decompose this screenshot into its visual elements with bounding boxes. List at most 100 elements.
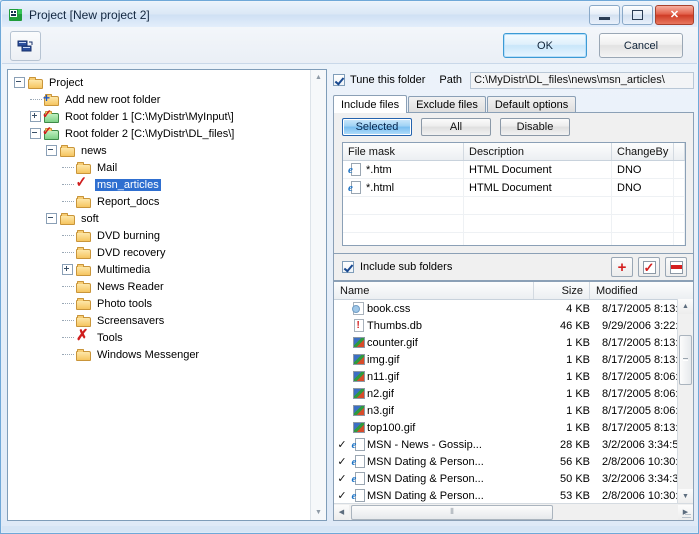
file-name: MSN Dating & Person...: [367, 472, 484, 485]
tree-toggle-minus[interactable]: [46, 213, 57, 224]
project-tree-panel[interactable]: Project + Add new root folder ✓ Root folder …: [7, 69, 327, 521]
column-header-spacer[interactable]: [674, 143, 685, 160]
file-row[interactable]: n2.gif1 KB8/17/2005 8:06:18 AM: [334, 385, 693, 402]
tree-node[interactable]: soft: [12, 210, 326, 227]
file-mask-row[interactable]: e *.htm HTML Document DNO: [343, 161, 685, 179]
tree-node[interactable]: ✓ msn_articles: [12, 175, 326, 193]
tree-connector: [62, 336, 74, 339]
project-tree[interactable]: Project + Add new root folder ✓ Root folder …: [8, 70, 326, 363]
column-header-description[interactable]: Description: [464, 143, 612, 160]
add-mask-button[interactable]: +: [611, 257, 633, 277]
tree-node[interactable]: + Add new root folder: [12, 91, 326, 108]
file-mask-rows[interactable]: e *.htm HTML Document DNO e *.html HTML Docume…: [343, 161, 685, 245]
file-scroll-thumb[interactable]: [679, 335, 692, 385]
tab-exclude-files[interactable]: Exclude files: [408, 96, 486, 113]
file-row[interactable]: counter.gif1 KB8/17/2005 8:13:11 AM: [334, 334, 693, 351]
resize-grip[interactable]: [680, 507, 692, 519]
warn-file-icon: !: [352, 318, 366, 333]
column-header-size[interactable]: Size: [534, 282, 590, 299]
file-mask-empty-row: [343, 215, 685, 233]
tree-node[interactable]: Report_docs: [12, 193, 326, 210]
tune-this-folder-checkbox[interactable]: [333, 74, 345, 86]
tree-scroll-up-arrow[interactable]: ▲: [311, 70, 326, 85]
file-size: 56 KB: [560, 455, 590, 468]
tree-toggle-minus[interactable]: [30, 128, 41, 139]
tree-node-label: Multimedia: [97, 263, 151, 276]
file-scroll-down-arrow[interactable]: ▼: [678, 489, 693, 504]
file-mask-grid[interactable]: File mask Description ChangeBy e *.htm HTM…: [342, 142, 686, 246]
file-row[interactable]: img.gif1 KB8/17/2005 8:13:01 AM: [334, 351, 693, 368]
file-row[interactable]: ✓ e MSN Dating & Person... 56 KB 2/8/2006 10…: [334, 453, 693, 470]
file-row[interactable]: n11.gif1 KB8/17/2005 8:06:18 AM: [334, 368, 693, 385]
file-list-vertical-scrollbar[interactable]: ▲ ▼: [677, 299, 693, 504]
tree-connector: [62, 302, 74, 305]
tree-node[interactable]: ✓ Root folder 1 [C:\MyDistr\MyInput\]: [12, 108, 326, 125]
column-header-name[interactable]: Name: [334, 282, 534, 299]
tree-node[interactable]: Photo tools: [12, 295, 326, 312]
file-row[interactable]: ✓ e MSN - News - Gossip... 28 KB 3/2/2006 3:…: [334, 436, 693, 453]
tree-node[interactable]: news: [12, 142, 326, 159]
column-header-file-mask[interactable]: File mask: [343, 143, 464, 160]
tree-node[interactable]: ✓ Root folder 2 [C:\MyDistr\DL_files\]: [12, 125, 326, 142]
mode-button-selected[interactable]: Selected: [342, 118, 412, 136]
tree-node[interactable]: Multimedia: [12, 261, 326, 278]
tab-default-options[interactable]: Default options: [486, 96, 577, 113]
project-windows-icon[interactable]: [10, 31, 41, 61]
tree-node[interactable]: News Reader: [12, 278, 326, 295]
mode-button-disable[interactable]: Disable: [500, 118, 570, 136]
file-mask-spacer: [674, 179, 685, 196]
file-mask-row[interactable]: e *.html HTML Document DNO: [343, 179, 685, 197]
file-row[interactable]: ✓ e MSN Dating & Person... 53 KB 2/8/2006 10…: [334, 487, 693, 503]
mode-button-all[interactable]: All: [421, 118, 491, 136]
tree-scroll-down-arrow[interactable]: ▼: [311, 505, 326, 520]
window-title: Project [New project 2]: [29, 7, 150, 22]
file-row[interactable]: n3.gif1 KB8/17/2005 8:06:18 AM: [334, 402, 693, 419]
tree-node[interactable]: Project: [12, 74, 326, 91]
file-row-checkmark[interactable]: ✓: [334, 489, 350, 502]
close-button[interactable]: ✕: [655, 5, 694, 25]
cancel-button[interactable]: Cancel: [599, 33, 683, 58]
file-row[interactable]: !Thumbs.db46 KB9/29/2006 3:22:31 AM: [334, 317, 693, 334]
column-header-modified[interactable]: Modified: [590, 282, 693, 299]
tree-node[interactable]: ✗ Tools: [12, 327, 326, 346]
file-hscroll-thumb[interactable]: ⦀: [351, 504, 553, 520]
tab-include-files[interactable]: Include files: [333, 95, 408, 113]
file-list-horizontal-scrollbar[interactable]: ◀ ⦀ ▶: [334, 503, 693, 520]
tree-node[interactable]: Mail: [12, 159, 326, 176]
file-row-checkmark[interactable]: ✓: [334, 455, 350, 468]
file-row-checkmark[interactable]: ✓: [334, 472, 350, 485]
tree-vertical-scrollbar[interactable]: ▲ ▼: [310, 70, 326, 520]
folder-add-icon: +: [43, 92, 59, 106]
remove-mask-button[interactable]: [665, 257, 687, 277]
file-row[interactable]: book.css4 KB8/17/2005 8:13:12 AM: [334, 300, 693, 317]
x-red-icon: ✗: [76, 327, 89, 344]
edit-mask-button[interactable]: ✓: [638, 257, 660, 277]
tree-toggle-plus[interactable]: [62, 264, 73, 275]
tree-node[interactable]: DVD burning: [12, 227, 326, 244]
minimize-button[interactable]: [589, 5, 620, 25]
gif-file-icon: [352, 404, 366, 418]
selection-mode-buttons[interactable]: Selected All Disable: [342, 118, 570, 136]
folder-icon: [76, 297, 91, 310]
path-input[interactable]: C:\MyDistr\DL_files\news\msn_articles\: [470, 71, 694, 89]
tree-node[interactable]: DVD recovery: [12, 244, 326, 261]
file-mask-grid-header: File mask Description ChangeBy: [343, 143, 685, 161]
tree-node[interactable]: Windows Messenger: [12, 346, 326, 363]
tree-connector: [62, 234, 74, 237]
maximize-button[interactable]: [622, 5, 653, 25]
file-row[interactable]: ✓ e MSN Dating & Person... 50 KB 3/2/2006 3:…: [334, 470, 693, 487]
include-sub-folders-checkbox[interactable]: [342, 261, 354, 273]
tree-node[interactable]: Screensavers: [12, 312, 326, 329]
file-scroll-up-arrow[interactable]: ▲: [678, 299, 693, 314]
tree-toggle-minus[interactable]: [14, 77, 25, 88]
file-row-checkmark[interactable]: ✓: [334, 438, 350, 451]
file-list-panel[interactable]: Name Size Modified book.css 4 KB 8/17/2005…: [333, 281, 694, 521]
options-tabstrip[interactable]: Include files Exclude files Default option…: [333, 95, 577, 113]
column-header-changeby[interactable]: ChangeBy: [612, 143, 674, 160]
tree-toggle-minus[interactable]: [46, 145, 57, 156]
file-list-rows[interactable]: book.css4 KB8/17/2005 8:13:12 AM!Thumbs.…: [334, 300, 693, 503]
file-row[interactable]: top100.gif1 KB8/17/2005 8:13:01 AM: [334, 419, 693, 436]
tree-toggle-plus[interactable]: [30, 111, 41, 122]
ok-button[interactable]: OK: [503, 33, 587, 58]
file-scroll-left-arrow[interactable]: ◀: [334, 504, 349, 520]
